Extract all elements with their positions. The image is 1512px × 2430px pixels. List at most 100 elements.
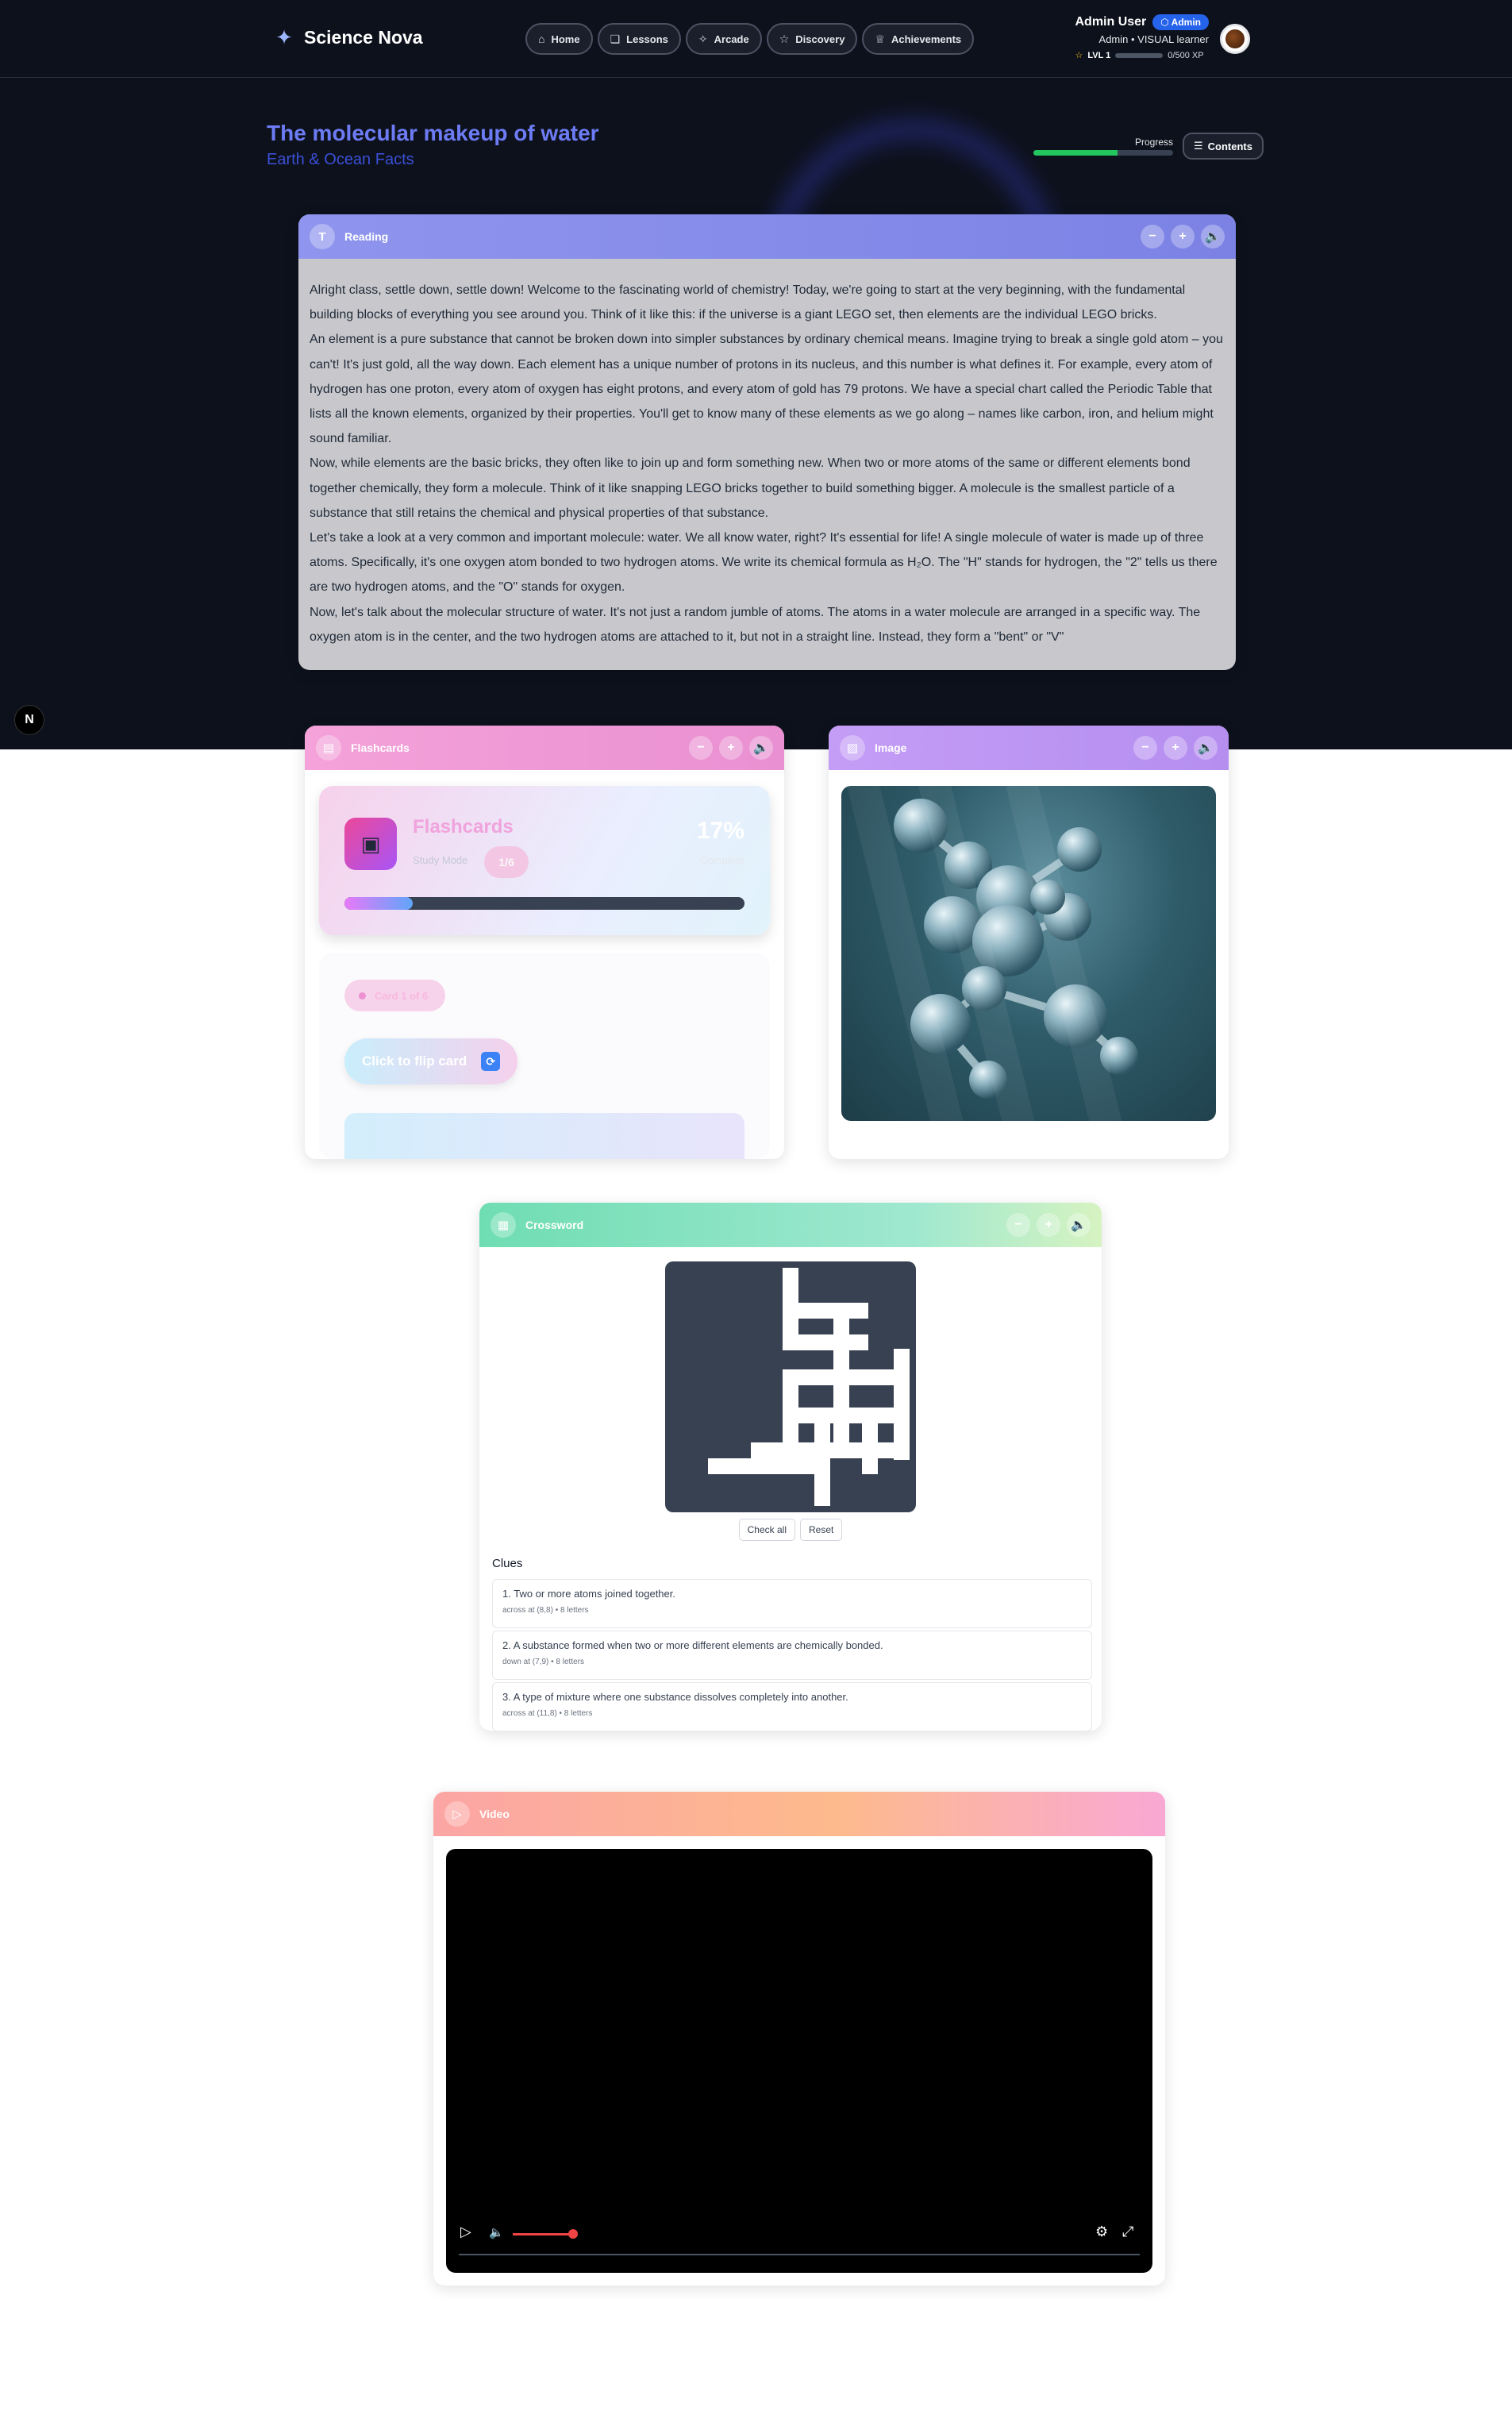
admin-badge-label: Admin bbox=[1171, 17, 1201, 28]
zoom-out-button[interactable]: − bbox=[1133, 736, 1157, 760]
video-player[interactable]: ▷ 🔈 ⚙ ⤢ bbox=[446, 1849, 1152, 2273]
speaker-icon[interactable]: 🔈 bbox=[749, 736, 773, 760]
zoom-out-button[interactable]: − bbox=[1141, 225, 1164, 248]
zoom-in-button[interactable]: + bbox=[1037, 1213, 1060, 1237]
progress-bar bbox=[1033, 150, 1173, 156]
crossword-buttons: Check all Reset bbox=[479, 1519, 1102, 1541]
image-controls: − + 🔈 bbox=[1133, 736, 1218, 760]
flashcard-area: Card 1 of 6 Click to flip card ⟳ bbox=[319, 953, 770, 1159]
fullscreen-icon[interactable]: ⤢ bbox=[1122, 2224, 1133, 2240]
study-mode-label: Study Mode bbox=[413, 854, 468, 866]
crossword-card: ▦ Crossword − + 🔈 Check all Reset Clues … bbox=[479, 1203, 1102, 1731]
reading-header: T Reading − + 🔈 bbox=[298, 214, 1236, 259]
clue-item[interactable]: 1. Two or more atoms joined together. ac… bbox=[492, 1579, 1092, 1628]
xp-bar bbox=[1115, 52, 1164, 58]
reading-paragraph: Now, while elements are the basic bricks… bbox=[310, 456, 1191, 520]
crossword-cell-run bbox=[783, 1408, 910, 1423]
flashcards-header: ▤ Flashcards − + 🔈 bbox=[305, 726, 784, 770]
zoom-out-button[interactable]: − bbox=[689, 736, 713, 760]
crossword-cell-run bbox=[783, 1303, 868, 1319]
video-header: ▷ Video bbox=[433, 1792, 1165, 1836]
clues-heading: Clues bbox=[492, 1557, 523, 1570]
zoom-out-button[interactable]: − bbox=[1006, 1213, 1030, 1237]
flashcards-card: ▤ Flashcards − + 🔈 ▣ Flashcards Study Mo… bbox=[305, 726, 784, 1159]
flip-card-button[interactable]: Click to flip card ⟳ bbox=[344, 1038, 518, 1084]
flashcards-title: Flashcards bbox=[413, 816, 514, 838]
reading-card: T Reading − + 🔈 Alright class, settle do… bbox=[298, 214, 1236, 670]
crossword-cell-run bbox=[708, 1458, 830, 1474]
flashcards-progress-bar bbox=[344, 897, 744, 910]
zoom-in-button[interactable]: + bbox=[1171, 225, 1195, 248]
clue-meta: across at (11,8) • 8 letters bbox=[502, 1709, 593, 1718]
speaker-icon[interactable]: 🔈 bbox=[1201, 225, 1225, 248]
clue-text: 1. Two or more atoms joined together. bbox=[502, 1588, 675, 1600]
xp-label: 0/500 XP bbox=[1168, 50, 1204, 60]
nav-discovery-label: Discovery bbox=[795, 33, 845, 45]
settings-icon[interactable]: ⚙ bbox=[1095, 2224, 1108, 2240]
image-header: ▨ Image − + 🔈 bbox=[829, 726, 1229, 770]
zoom-in-button[interactable]: + bbox=[1164, 736, 1187, 760]
clue-text: 3. A type of mixture where one substance… bbox=[502, 1691, 848, 1703]
crossword-controls: − + 🔈 bbox=[1006, 1213, 1091, 1237]
play-icon[interactable]: ▷ bbox=[460, 2224, 471, 2240]
flashcard-face[interactable] bbox=[344, 1113, 744, 1159]
clue-item[interactable]: 3. A type of mixture where one substance… bbox=[492, 1682, 1092, 1731]
avatar[interactable] bbox=[1220, 24, 1250, 54]
progress-label: Progress bbox=[1134, 137, 1173, 148]
clue-item[interactable]: 2. A substance formed when two or more d… bbox=[492, 1631, 1092, 1680]
crossword-cell-run bbox=[814, 1423, 830, 1506]
page-title: The molecular makeup of water bbox=[267, 121, 599, 145]
crossword-cell-run bbox=[783, 1268, 798, 1334]
zoom-in-button[interactable]: + bbox=[719, 736, 743, 760]
check-all-button[interactable]: Check all bbox=[738, 1519, 795, 1541]
reading-paragraph: An element is a pure substance that cann… bbox=[310, 333, 1223, 446]
volume-slider-handle[interactable] bbox=[568, 2229, 578, 2239]
crossword-grid[interactable] bbox=[665, 1261, 916, 1512]
main-nav: ⌂ Home ❏ Lessons ✧ Arcade ☆ Discovery ♕ … bbox=[525, 23, 975, 55]
reading-text: Alright class, settle down, settle down!… bbox=[298, 259, 1236, 670]
refresh-icon: ⟳ bbox=[481, 1052, 501, 1071]
text-icon: T bbox=[310, 224, 335, 249]
seek-bar[interactable] bbox=[459, 2254, 1140, 2255]
progress-bar-fill bbox=[1033, 150, 1118, 156]
crossword-cell-run bbox=[862, 1408, 878, 1474]
trophy-icon: ♕ bbox=[875, 32, 885, 45]
sparkles-icon: ✧ bbox=[698, 32, 708, 45]
crossword-cell-run bbox=[783, 1369, 910, 1385]
brand-logo[interactable]: ✦ Science Nova bbox=[272, 25, 423, 49]
flip-card-label: Click to flip card bbox=[362, 1053, 467, 1069]
reset-button[interactable]: Reset bbox=[800, 1519, 843, 1541]
top-navigation-bar: ✦ Science Nova ⌂ Home ❏ Lessons ✧ Arcade… bbox=[0, 0, 1512, 78]
nav-achievements-label: Achievements bbox=[891, 33, 962, 45]
user-info: Admin User ⬡ Admin Admin • VISUAL learne… bbox=[1075, 14, 1209, 60]
speaker-icon[interactable]: 🔈 bbox=[1067, 1213, 1091, 1237]
reading-paragraph: Alright class, settle down, settle down!… bbox=[310, 283, 1186, 322]
nav-discovery[interactable]: ☆ Discovery bbox=[766, 23, 858, 55]
volume-icon[interactable]: 🔈 bbox=[489, 2225, 504, 2239]
molecule-image bbox=[841, 786, 1216, 1121]
nav-arcade[interactable]: ✧ Arcade bbox=[685, 23, 762, 55]
nav-lessons[interactable]: ❏ Lessons bbox=[597, 23, 681, 55]
next-dev-button[interactable]: N bbox=[14, 705, 44, 735]
sparkles-icon: ✦ bbox=[275, 25, 293, 49]
user-name: Admin User bbox=[1075, 15, 1147, 29]
level-label: LVL 1 bbox=[1087, 50, 1111, 60]
flashcard-deck-icon: ▣ bbox=[344, 818, 397, 870]
contents-button[interactable]: ☰ Contents bbox=[1183, 133, 1264, 160]
grid-icon: ▦ bbox=[491, 1212, 516, 1238]
card-counter: 1/6 bbox=[484, 846, 529, 878]
speaker-icon[interactable]: 🔈 bbox=[1194, 736, 1218, 760]
star-icon: ☆ bbox=[1075, 51, 1083, 60]
clue-meta: across at (8,8) • 8 letters bbox=[502, 1606, 589, 1615]
clue-meta: down at (7,9) • 8 letters bbox=[502, 1658, 584, 1666]
nav-achievements[interactable]: ♕ Achievements bbox=[862, 23, 975, 55]
image-card: ▨ Image − + 🔈 bbox=[829, 726, 1229, 1159]
completion-label: Complete bbox=[700, 854, 744, 866]
reading-controls: − + 🔈 bbox=[1141, 225, 1225, 248]
video-header-label: Video bbox=[479, 1808, 510, 1820]
nav-home[interactable]: ⌂ Home bbox=[525, 23, 593, 55]
volume-slider[interactable] bbox=[513, 2233, 571, 2236]
contents-label: Contents bbox=[1207, 140, 1252, 152]
image-header-label: Image bbox=[875, 741, 907, 754]
play-circle-icon: ▷ bbox=[444, 1801, 470, 1827]
